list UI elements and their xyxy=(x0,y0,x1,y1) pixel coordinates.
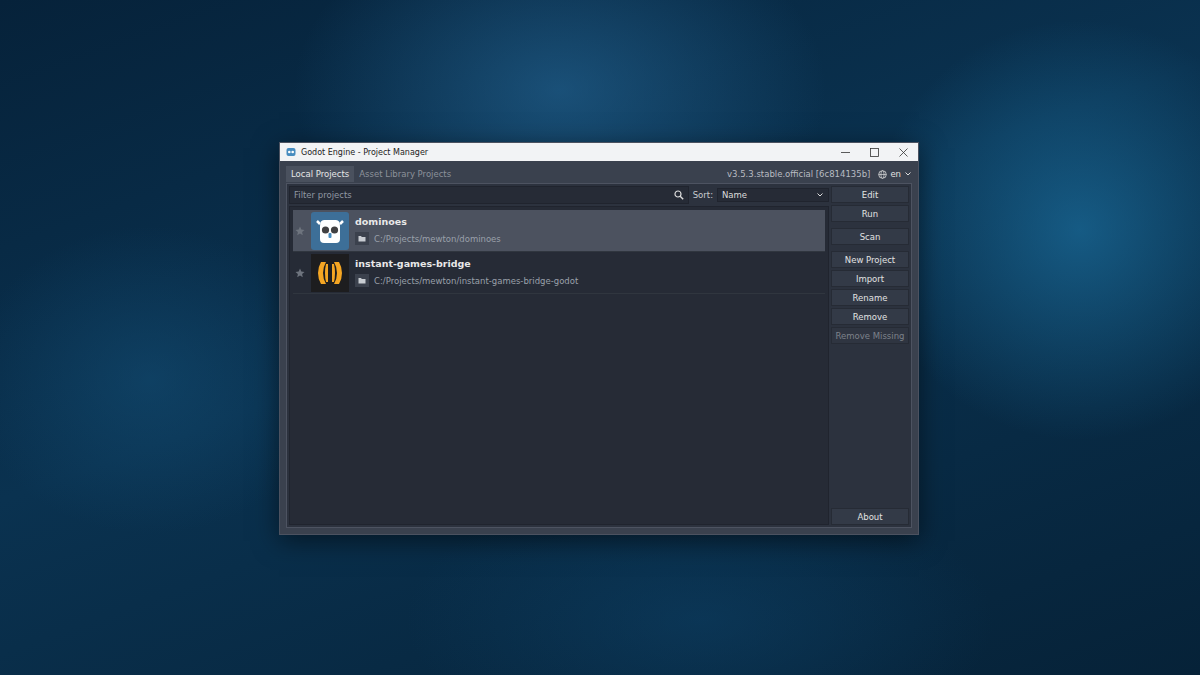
project-path-row: C:/Projects/mewton/dominoes xyxy=(355,232,501,245)
chevron-down-icon xyxy=(816,191,824,199)
new-project-button[interactable]: New Project xyxy=(831,251,909,268)
project-path: C:/Projects/mewton/instant-games-bridge-… xyxy=(374,276,578,286)
project-manager-window: Godot Engine - Project Manager Local Proj… xyxy=(279,142,919,535)
tab[interactable]: Asset Library Projects xyxy=(354,166,456,182)
button-group: Edit Run xyxy=(831,186,909,222)
project-path-row: C:/Projects/mewton/instant-games-bridge-… xyxy=(355,274,578,287)
chevron-down-icon xyxy=(904,170,912,178)
project-name: instant-games-bridge xyxy=(355,258,578,269)
language-value: en xyxy=(890,169,901,179)
filter-field xyxy=(289,186,689,204)
project-info: dominoes C:/Projects/mewton/dominoes xyxy=(355,216,501,245)
bridge-logo-icon xyxy=(311,254,349,292)
show-in-folder-button[interactable] xyxy=(355,274,369,287)
maximize-icon xyxy=(870,148,879,157)
close-button[interactable] xyxy=(889,143,918,161)
minimize-icon xyxy=(841,148,850,157)
button-group: New Project Import Rename Remove Remove Miss… xyxy=(831,251,909,344)
folder-icon xyxy=(358,277,366,284)
sort-value: Name xyxy=(722,190,747,200)
folder-icon xyxy=(358,235,366,242)
close-icon xyxy=(899,148,908,157)
project-row[interactable]: instant-games-bridge C:/Projects/mewton/i… xyxy=(293,252,825,294)
favorite-star-icon[interactable] xyxy=(295,226,305,236)
sort-label: Sort: xyxy=(693,190,713,200)
title-bar: Godot Engine - Project Manager xyxy=(280,143,918,161)
edit-button[interactable]: Edit xyxy=(831,186,909,203)
project-info: instant-games-bridge C:/Projects/mewton/i… xyxy=(355,258,578,287)
project-path: C:/Projects/mewton/dominoes xyxy=(374,234,501,244)
window-controls xyxy=(831,143,918,161)
favorite-star-icon[interactable] xyxy=(295,268,305,278)
project-row[interactable]: dominoes C:/Projects/mewton/dominoes xyxy=(293,210,825,252)
window-title: Godot Engine - Project Manager xyxy=(301,148,826,157)
project-name: dominoes xyxy=(355,216,501,227)
projects-panel: Sort: Name dominoes C:/Projects/mewton/domi… xyxy=(286,183,912,528)
import-button[interactable]: Import xyxy=(831,270,909,287)
run-button[interactable]: Run xyxy=(831,205,909,222)
globe-icon xyxy=(878,170,887,179)
window-body: Local ProjectsAsset Library Projects v3.5… xyxy=(280,161,918,534)
language-selector[interactable]: en xyxy=(878,169,912,179)
projects-area: Sort: Name dominoes C:/Projects/mewton/domi… xyxy=(289,186,829,525)
remove-missing-button: Remove Missing xyxy=(831,327,909,344)
godot-icon xyxy=(286,147,296,157)
tab[interactable]: Local Projects xyxy=(286,166,354,182)
filter-row: Sort: Name xyxy=(289,186,829,204)
tab-bar: Local ProjectsAsset Library Projects v3.5… xyxy=(286,165,912,183)
minimize-button[interactable] xyxy=(831,143,860,161)
godot-logo-icon xyxy=(311,212,349,250)
search-icon xyxy=(674,190,684,200)
version-label: v3.5.3.stable.official [6c814135b] xyxy=(727,169,870,179)
show-in-folder-button[interactable] xyxy=(355,232,369,245)
maximize-button[interactable] xyxy=(860,143,889,161)
rename-button[interactable]: Rename xyxy=(831,289,909,306)
filter-input[interactable] xyxy=(294,190,674,200)
sort-dropdown[interactable]: Name xyxy=(717,188,829,202)
button-group: Scan xyxy=(831,228,909,245)
project-list: dominoes C:/Projects/mewton/dominoes insta… xyxy=(289,206,829,525)
scan-button[interactable]: Scan xyxy=(831,228,909,245)
about-button[interactable]: About xyxy=(831,508,909,525)
remove-button[interactable]: Remove xyxy=(831,308,909,325)
action-buttons: Edit Run Scan New Project Import Rename Remove… xyxy=(831,186,909,525)
